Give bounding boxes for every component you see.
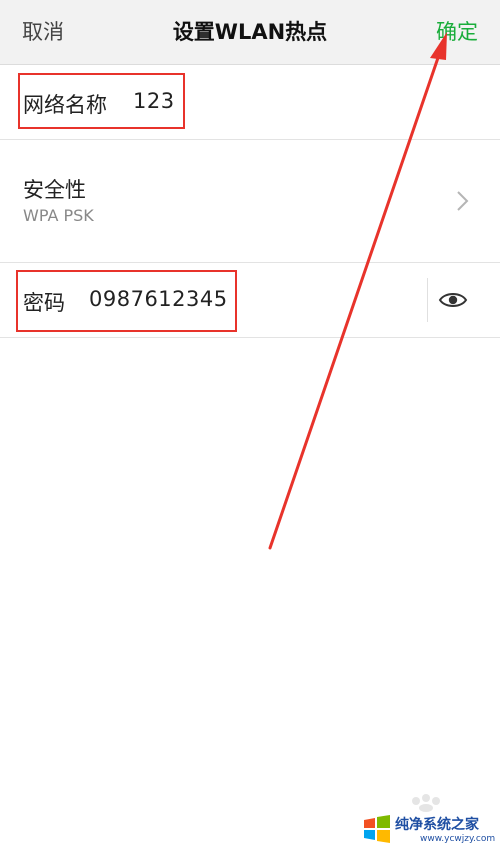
watermark-url: www.ycwjzy.com	[420, 834, 496, 844]
page-title: 设置WLAN热点	[172, 20, 328, 44]
eye-icon[interactable]	[438, 288, 468, 312]
watermark-title: 纯净系统之家	[395, 817, 479, 833]
site-watermark: 纯净系统之家 www.ycwjzy.com	[362, 810, 496, 846]
security-label: 安全性	[23, 178, 86, 202]
network-name-field[interactable]: 123	[133, 89, 175, 113]
security-value: WPA PSK	[23, 206, 94, 225]
windows-logo-icon	[364, 815, 390, 843]
confirm-button[interactable]: 确定	[436, 16, 478, 46]
security-row[interactable]: 安全性 WPA PSK	[0, 140, 500, 263]
password-label: 密码	[23, 291, 65, 315]
password-row[interactable]: 密码 0987612345	[0, 263, 500, 338]
divider	[427, 278, 428, 322]
title-bar: 取消 设置WLAN热点 确定	[0, 0, 500, 65]
chevron-right-icon	[457, 191, 469, 211]
password-field[interactable]: 0987612345	[89, 287, 228, 311]
network-name-label: 网络名称	[23, 93, 107, 117]
network-name-row[interactable]: 网络名称 123	[0, 65, 500, 140]
